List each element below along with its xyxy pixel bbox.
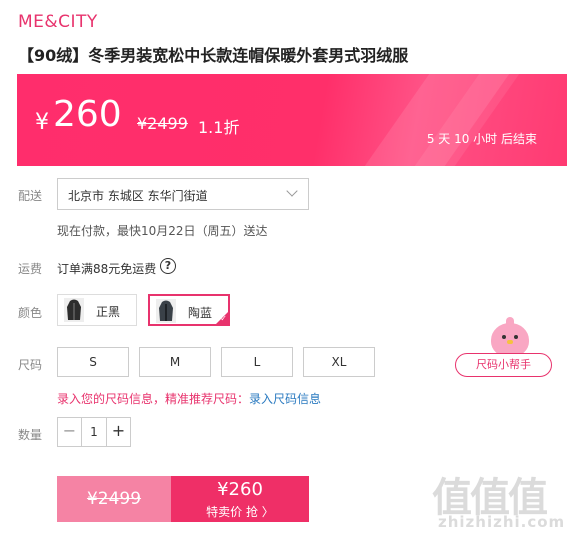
shipping-text: 订单满88元免运费: [57, 262, 157, 276]
color-option-blue[interactable]: 陶蓝 ✓: [148, 294, 230, 326]
buy-price: ¥260: [217, 479, 263, 500]
color-option-label: 陶蓝: [188, 306, 213, 320]
size-label: 尺码: [18, 358, 43, 372]
bird-mascot-icon: [491, 317, 529, 357]
brand-name: ME&CITY: [18, 12, 98, 32]
price-banner: ¥ 260 ¥2499 1.1折 5 天 10 小时 后结束: [17, 74, 567, 166]
size-helper[interactable]: 尺码小帮手: [455, 317, 565, 379]
quantity-minus-button[interactable]: −: [58, 418, 82, 446]
quantity-stepper: − 1 +: [57, 417, 131, 447]
original-price-button[interactable]: ¥2499: [57, 476, 171, 522]
size-option-s[interactable]: S: [57, 347, 129, 377]
countdown-timer: 5 天 10 小时 后结束: [426, 132, 537, 146]
delivery-label: 配送: [18, 189, 43, 203]
jacket-thumbnail-icon: [64, 298, 84, 322]
chevron-down-icon: [286, 185, 298, 197]
color-option-black[interactable]: 正黑: [57, 294, 137, 326]
size-option-xl[interactable]: XL: [303, 347, 375, 377]
discount-label: 1.1折: [198, 118, 240, 137]
quantity-label: 数量: [18, 428, 43, 442]
size-option-m[interactable]: M: [139, 347, 211, 377]
address-value: 北京市 东城区 东华门街道: [68, 189, 208, 203]
checkmark-icon: ✓: [220, 314, 227, 323]
size-tip: 录入您的尺码信息，精准推荐尺码：录入尺码信息: [57, 390, 321, 407]
product-title: 【90绒】冬季男装宽松中长款连帽保暖外套男式羽绒服: [18, 46, 409, 65]
color-option-label: 正黑: [96, 305, 121, 319]
sale-price: 260: [53, 94, 122, 135]
shipping-label: 运费: [18, 262, 43, 276]
original-price: ¥2499: [137, 114, 188, 133]
color-label: 颜色: [18, 306, 43, 320]
quantity-value[interactable]: 1: [82, 418, 106, 446]
address-select[interactable]: 北京市 东城区 东华门街道: [57, 178, 309, 210]
size-tip-text: 录入您的尺码信息，精准推荐尺码：: [57, 392, 250, 406]
size-option-l[interactable]: L: [221, 347, 293, 377]
size-info-link[interactable]: 录入尺码信息: [249, 392, 321, 406]
help-icon[interactable]: ?: [160, 258, 176, 274]
quantity-plus-button[interactable]: +: [106, 418, 130, 446]
site-watermark: 值值值 zhizhizhi.com: [432, 465, 582, 540]
delivery-estimate: 现在付款，最快10月22日（周五）送达: [57, 224, 268, 238]
jacket-thumbnail-icon: [156, 299, 176, 323]
size-helper-button[interactable]: 尺码小帮手: [455, 353, 552, 377]
watermark-domain: zhizhizhi.com: [438, 513, 566, 531]
buy-cta-label: 特卖价 抢 〉: [206, 505, 274, 519]
buy-now-button[interactable]: ¥260 特卖价 抢 〉: [171, 476, 309, 522]
currency-symbol: ¥: [35, 110, 49, 135]
